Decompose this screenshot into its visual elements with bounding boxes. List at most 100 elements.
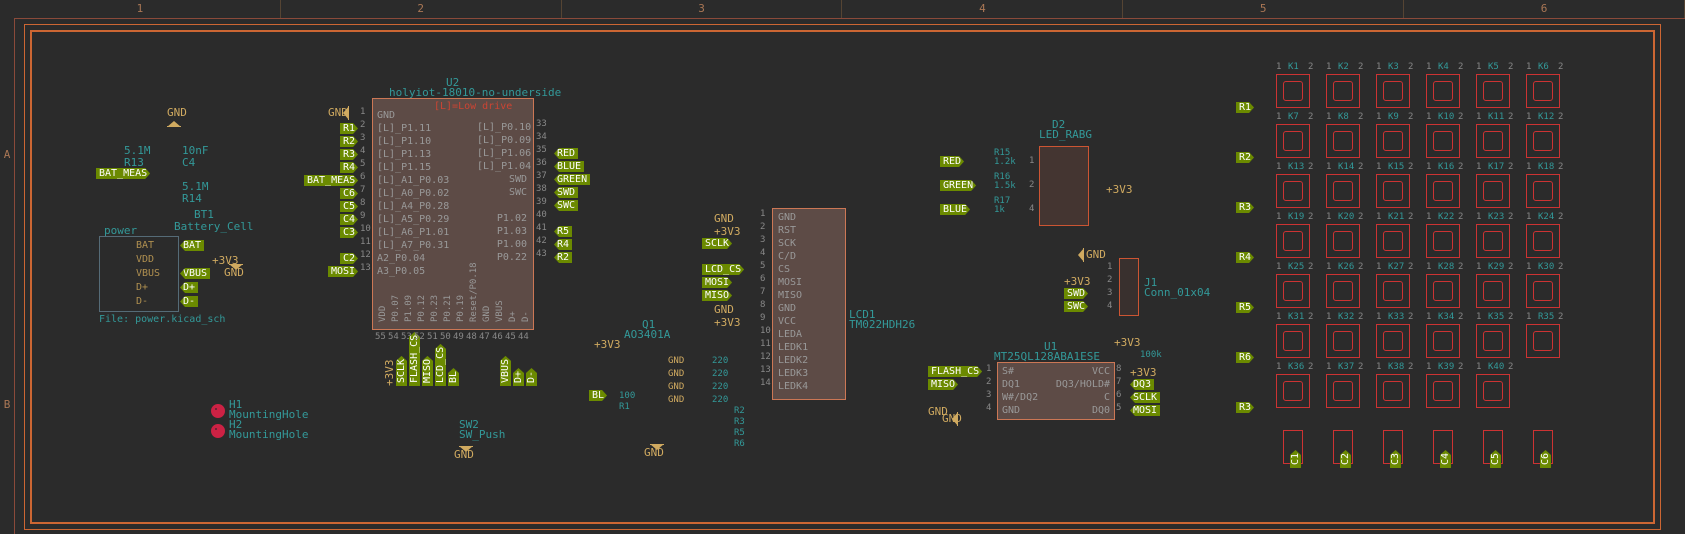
keyswitch[interactable] (1326, 374, 1360, 408)
key-pin2: 2 (1408, 362, 1413, 372)
keyswitch[interactable] (1276, 324, 1310, 358)
key-pin1: 1 (1276, 312, 1281, 322)
keyswitch[interactable] (1476, 324, 1510, 358)
u1-r-val: 100k (1140, 350, 1162, 360)
keyswitch[interactable] (1326, 174, 1360, 208)
keyswitch[interactable] (1326, 124, 1360, 158)
j1-body[interactable] (1119, 258, 1139, 316)
key-pin2: 2 (1358, 112, 1363, 122)
pin-num: 8 (1116, 364, 1121, 374)
keyswitch[interactable] (1476, 74, 1510, 108)
keyswitch[interactable] (1426, 174, 1460, 208)
pin-num: 2 (760, 222, 765, 232)
d2-r-val: 1.2k (994, 157, 1016, 167)
keyswitch[interactable] (1426, 224, 1460, 258)
keyswitch[interactable] (1376, 124, 1410, 158)
sw2-gnd-icon (459, 446, 473, 452)
keyswitch[interactable] (1476, 224, 1510, 258)
key-pin1: 1 (1326, 262, 1331, 272)
keyswitch[interactable] (1526, 74, 1560, 108)
pin-name: DQ1 (1002, 379, 1020, 390)
pin-name: A2_P0.04 (377, 253, 425, 264)
keyswitch[interactable] (1276, 274, 1310, 308)
key-pin2: 2 (1358, 212, 1363, 222)
keyswitch[interactable] (1426, 374, 1460, 408)
keyswitch[interactable] (1526, 224, 1560, 258)
keyswitch[interactable] (1426, 274, 1460, 308)
keyswitch[interactable] (1326, 224, 1360, 258)
key-pin1: 1 (1526, 312, 1531, 322)
key-pin2: 2 (1308, 262, 1313, 272)
keyswitch[interactable] (1326, 274, 1360, 308)
keyswitch[interactable] (1376, 324, 1410, 358)
pin-name: CS (778, 264, 790, 275)
keyswitch[interactable] (1376, 374, 1410, 408)
u2-gnd-icon (343, 106, 349, 120)
keyswitch[interactable] (1276, 174, 1310, 208)
pin-name: [L]_P0.10 (477, 122, 527, 133)
keyswitch[interactable] (1476, 124, 1510, 158)
key-pin1: 1 (1376, 162, 1381, 172)
keyswitch[interactable] (1376, 174, 1410, 208)
d2-body[interactable] (1039, 146, 1089, 226)
key-pin1: 1 (1426, 262, 1431, 272)
key-pin1: 1 (1526, 62, 1531, 72)
keyswitch[interactable] (1526, 324, 1560, 358)
pin-num: 13 (360, 263, 371, 273)
keyswitch[interactable] (1276, 74, 1310, 108)
keyswitch[interactable] (1426, 124, 1460, 158)
u1-left-net: FLASH_CS (928, 366, 982, 377)
key-pin2: 2 (1408, 312, 1413, 322)
ledk-rref: R5 (734, 428, 745, 438)
keyswitch[interactable] (1476, 374, 1510, 408)
key-pin2: 2 (1408, 212, 1413, 222)
pin-num: 38 (536, 184, 547, 194)
key-pin2: 2 (1358, 312, 1363, 322)
u1-right-net: MOSI (1130, 405, 1160, 416)
key-pin1: 1 (1326, 362, 1331, 372)
key-pin2: 2 (1458, 262, 1463, 272)
keyswitch[interactable] (1326, 74, 1360, 108)
keyswitch[interactable] (1426, 324, 1460, 358)
pin-name: SWC (477, 187, 527, 198)
pin-name: RST (778, 225, 796, 236)
keyswitch[interactable] (1476, 274, 1510, 308)
pin-num: 41 (536, 223, 547, 233)
keyswitch[interactable] (1526, 274, 1560, 308)
u2-right-net: RED (554, 148, 578, 159)
keyswitch[interactable] (1276, 224, 1310, 258)
pin-num: 11 (360, 237, 371, 247)
key-ref: K9 (1388, 112, 1399, 122)
pin-num: 55 (375, 332, 386, 342)
pin-name: Reset/P0.18 (469, 262, 479, 322)
key-ref: K13 (1288, 162, 1304, 172)
key-ref: K28 (1438, 262, 1454, 272)
lcd-net: +3V3 (714, 316, 741, 329)
keyswitch[interactable] (1526, 174, 1560, 208)
power-port: VDD (136, 254, 154, 265)
pin-num: 10 (360, 224, 371, 234)
keyswitch[interactable] (1526, 124, 1560, 158)
key-pin1: 1 (1426, 362, 1431, 372)
key-pin2: 2 (1308, 362, 1313, 372)
keyswitch[interactable] (1376, 274, 1410, 308)
r1-100-ref: R1 (619, 402, 630, 412)
keyswitch[interactable] (1426, 74, 1460, 108)
keyswitch[interactable] (1326, 324, 1360, 358)
pin-name: [L]_P0.09 (477, 135, 527, 146)
keyswitch[interactable] (1376, 224, 1410, 258)
key-pin2: 2 (1558, 162, 1563, 172)
u2-left-net: C5 (340, 201, 358, 212)
pin-name: W#/DQ2 (1002, 392, 1038, 403)
ledk-gnd: GND (668, 356, 684, 366)
pin-num: 13 (760, 365, 771, 375)
schematic-canvas[interactable]: power BATBATVDDVBUSVBUSD+D+D-D- File: po… (14, 18, 1685, 534)
keyswitch[interactable] (1476, 174, 1510, 208)
keyswitch[interactable] (1276, 374, 1310, 408)
key-row-net: R2 (1236, 152, 1254, 163)
keyswitch[interactable] (1376, 74, 1410, 108)
j1-pin-num: 4 (1107, 301, 1112, 311)
keyswitch[interactable] (1276, 124, 1310, 158)
pin-name: P0.19 (456, 295, 466, 322)
key-ref: K2 (1338, 62, 1349, 72)
